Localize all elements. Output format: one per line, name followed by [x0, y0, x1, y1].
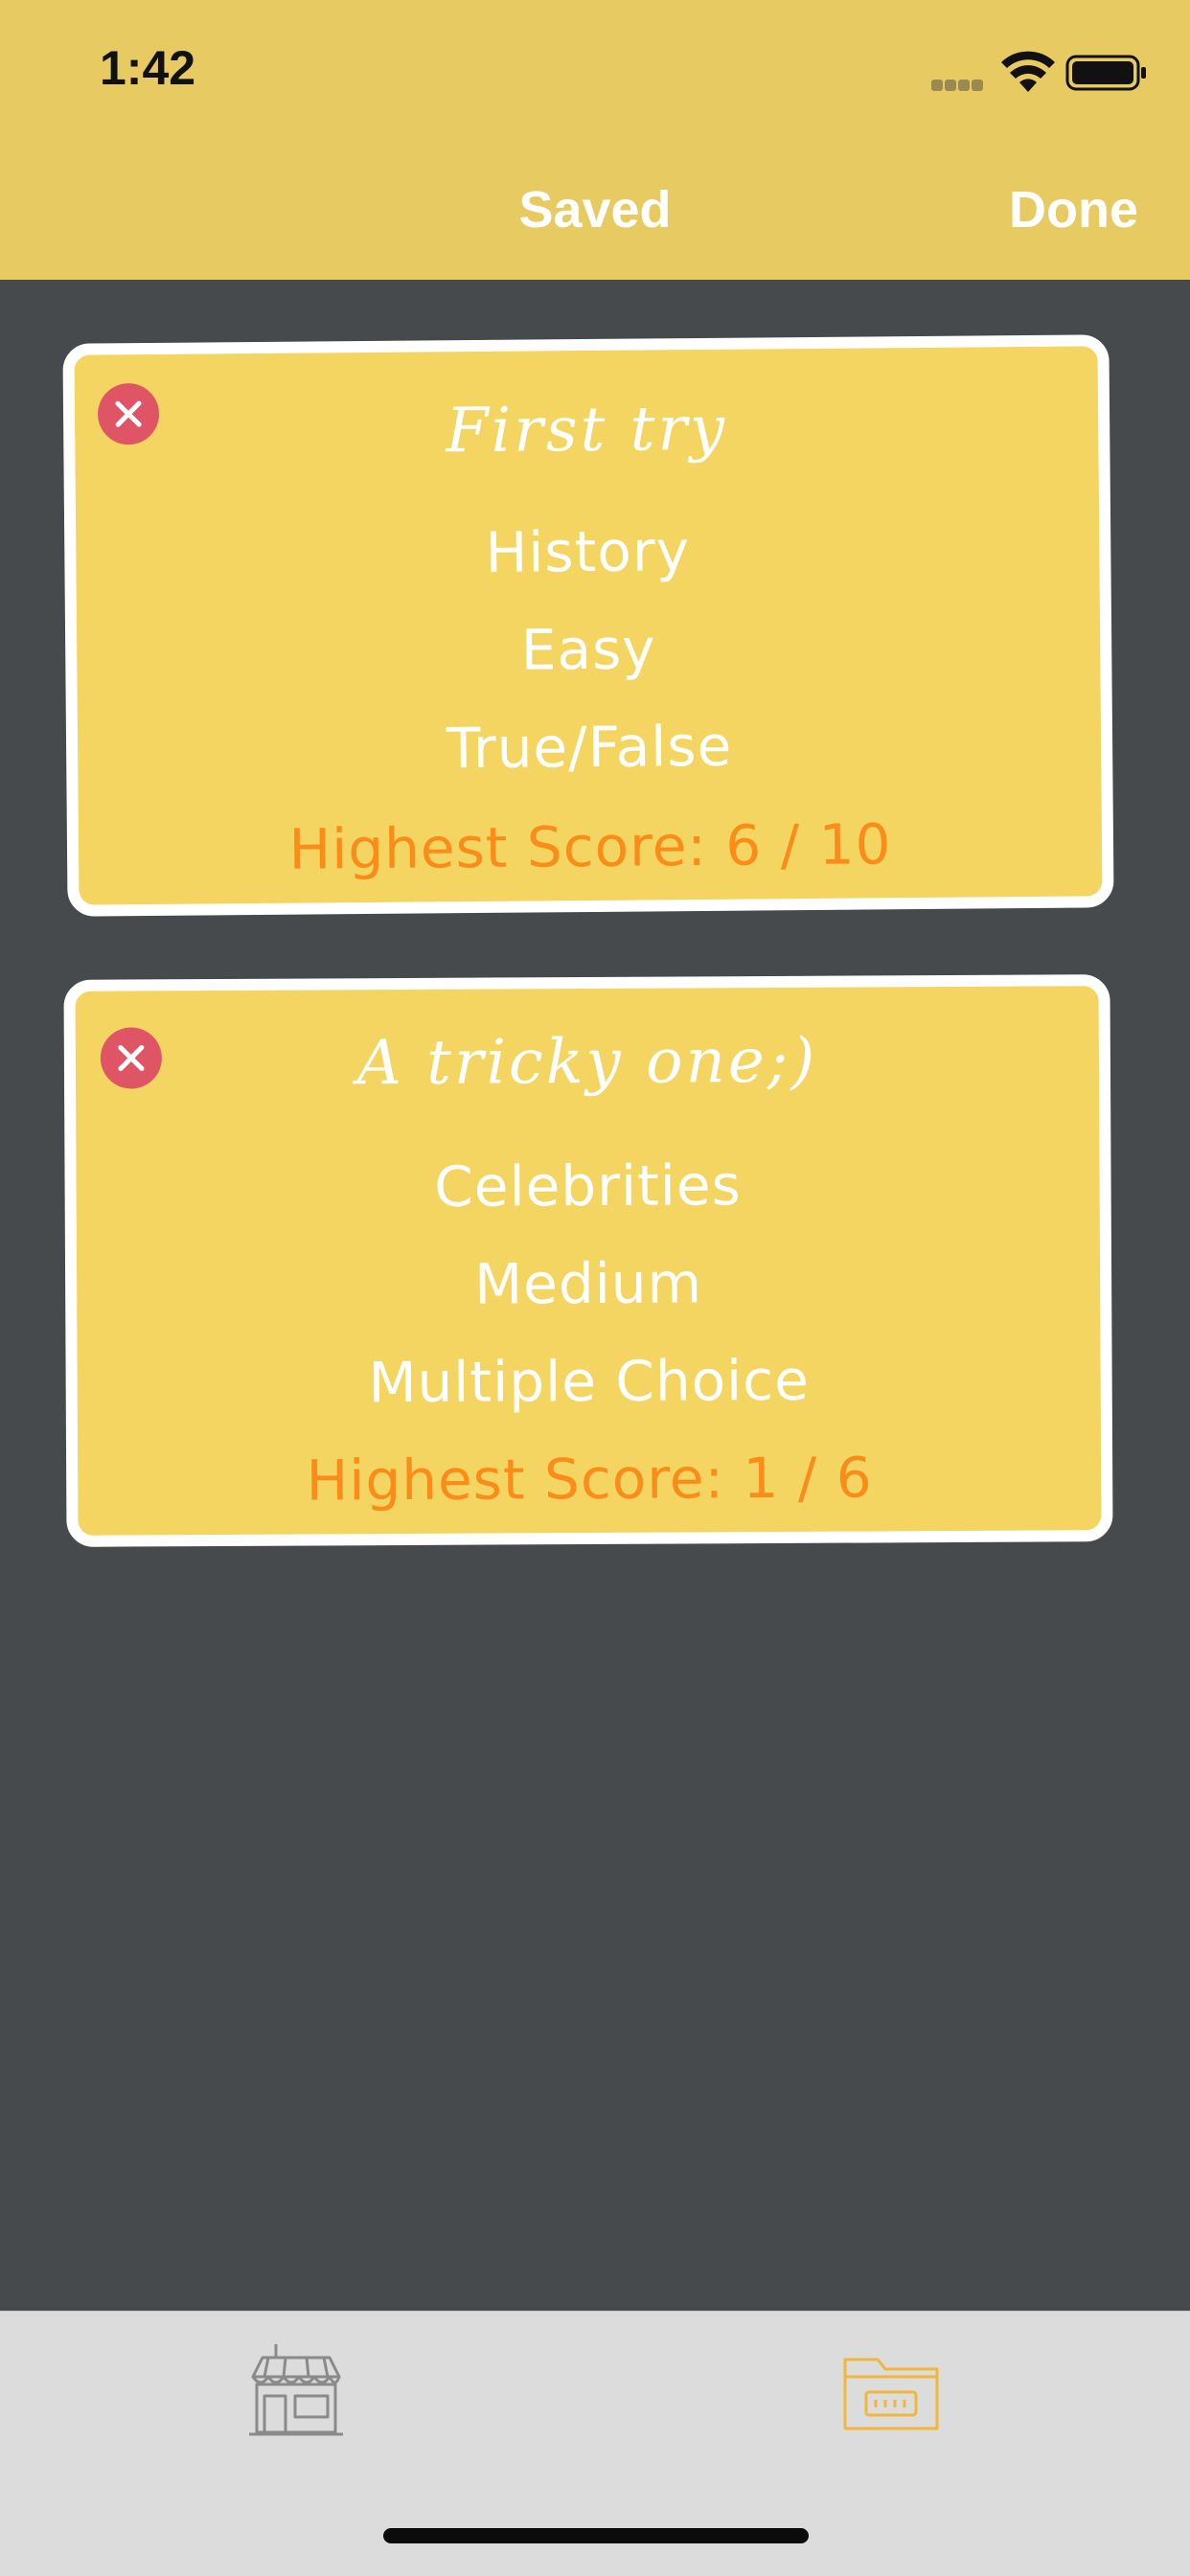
card-title: First try: [445, 393, 728, 467]
tab-store[interactable]: [247, 2342, 345, 2438]
navigation-bar: Saved Done: [0, 144, 1190, 280]
tab-bar: [0, 2311, 1190, 2576]
done-button[interactable]: Done: [1009, 180, 1138, 239]
card-highest-score: Highest Score: 6 / 10: [288, 811, 892, 882]
card-category: History: [485, 518, 691, 585]
card-question-type: True/False: [446, 713, 733, 782]
tab-saved[interactable]: [841, 2354, 941, 2432]
card-highest-score: Highest Score: 1 / 6: [306, 1445, 873, 1514]
home-indicator[interactable]: [383, 2528, 809, 2543]
battery-icon: [1065, 55, 1146, 91]
wifi-icon: [1001, 51, 1055, 92]
card-title: A tricky one;): [356, 1025, 818, 1100]
card-difficulty: Medium: [473, 1250, 703, 1317]
status-bar: 1:42: [0, 0, 1190, 144]
card-category: Celebrities: [434, 1152, 743, 1220]
status-time: 1:42: [100, 41, 196, 95]
store-icon: [249, 2344, 343, 2436]
cellular-signal-icon: [931, 77, 989, 91]
card-difficulty: Easy: [520, 616, 656, 683]
saved-quiz-card[interactable]: First try History Easy True/False Highes…: [62, 334, 1114, 917]
card-question-type: Multiple Choice: [368, 1347, 810, 1416]
saved-quiz-card[interactable]: A tricky one;) Celebrities Medium Multip…: [63, 974, 1113, 1547]
folder-icon: [843, 2358, 939, 2430]
